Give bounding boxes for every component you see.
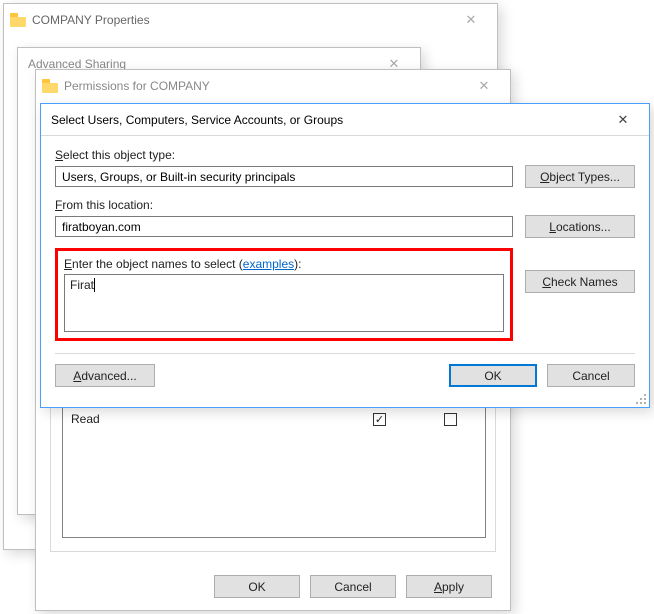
check-names-button[interactable]: Check Names (525, 270, 635, 293)
dialog-body: Select this object type: Users, Groups, … (41, 136, 649, 407)
location-field: firatboyan.com (55, 216, 513, 237)
separator (55, 353, 635, 354)
examples-link[interactable]: examples (243, 257, 294, 271)
title-selectobjects: Select Users, Computers, Service Account… (47, 113, 603, 127)
checkbox-allow-read[interactable]: ✓ (373, 413, 386, 426)
titlebar-permissions: Permissions for COMPANY ✕ (36, 70, 510, 102)
object-names-input[interactable]: Firat (64, 274, 504, 332)
apply-button[interactable]: Apply (406, 575, 492, 598)
titlebar-selectobjects: Select Users, Computers, Service Account… (41, 104, 649, 136)
permissions-list: Read ✓ (62, 408, 486, 538)
object-types-button[interactable]: Object Types... (525, 165, 635, 188)
folder-icon (10, 13, 26, 27)
location-label: From this location: (55, 198, 635, 212)
close-icon[interactable]: ✕ (603, 108, 643, 132)
dialog-select-objects: Select Users, Computers, Service Account… (40, 103, 650, 408)
checkbox-deny-read[interactable] (444, 413, 457, 426)
resize-grip-icon[interactable] (635, 393, 647, 405)
advanced-button[interactable]: Advanced... (55, 364, 155, 387)
permission-row-read: Read ✓ (63, 408, 485, 430)
cancel-button[interactable]: Cancel (547, 364, 635, 387)
permission-label: Read (71, 412, 373, 426)
close-icon[interactable]: ✕ (451, 8, 491, 32)
titlebar-properties: COMPANY Properties ✕ (4, 4, 497, 36)
object-type-field: Users, Groups, or Built-in security prin… (55, 166, 513, 187)
object-names-value: Firat (70, 278, 94, 292)
object-names-label: Enter the object names to select (exampl… (64, 257, 504, 271)
folder-icon (42, 79, 58, 93)
title-properties: COMPANY Properties (26, 13, 451, 27)
text-caret (94, 278, 95, 292)
title-permissions: Permissions for COMPANY (58, 79, 464, 93)
cancel-button[interactable]: Cancel (310, 575, 396, 598)
object-names-highlight: Enter the object names to select (exampl… (55, 248, 513, 341)
close-icon[interactable]: ✕ (464, 74, 504, 98)
ok-button[interactable]: OK (214, 575, 300, 598)
permissions-buttons: OK Cancel Apply (214, 575, 492, 598)
locations-button[interactable]: Locations... (525, 215, 635, 238)
ok-button[interactable]: OK (449, 364, 537, 387)
object-type-label: Select this object type: (55, 148, 635, 162)
